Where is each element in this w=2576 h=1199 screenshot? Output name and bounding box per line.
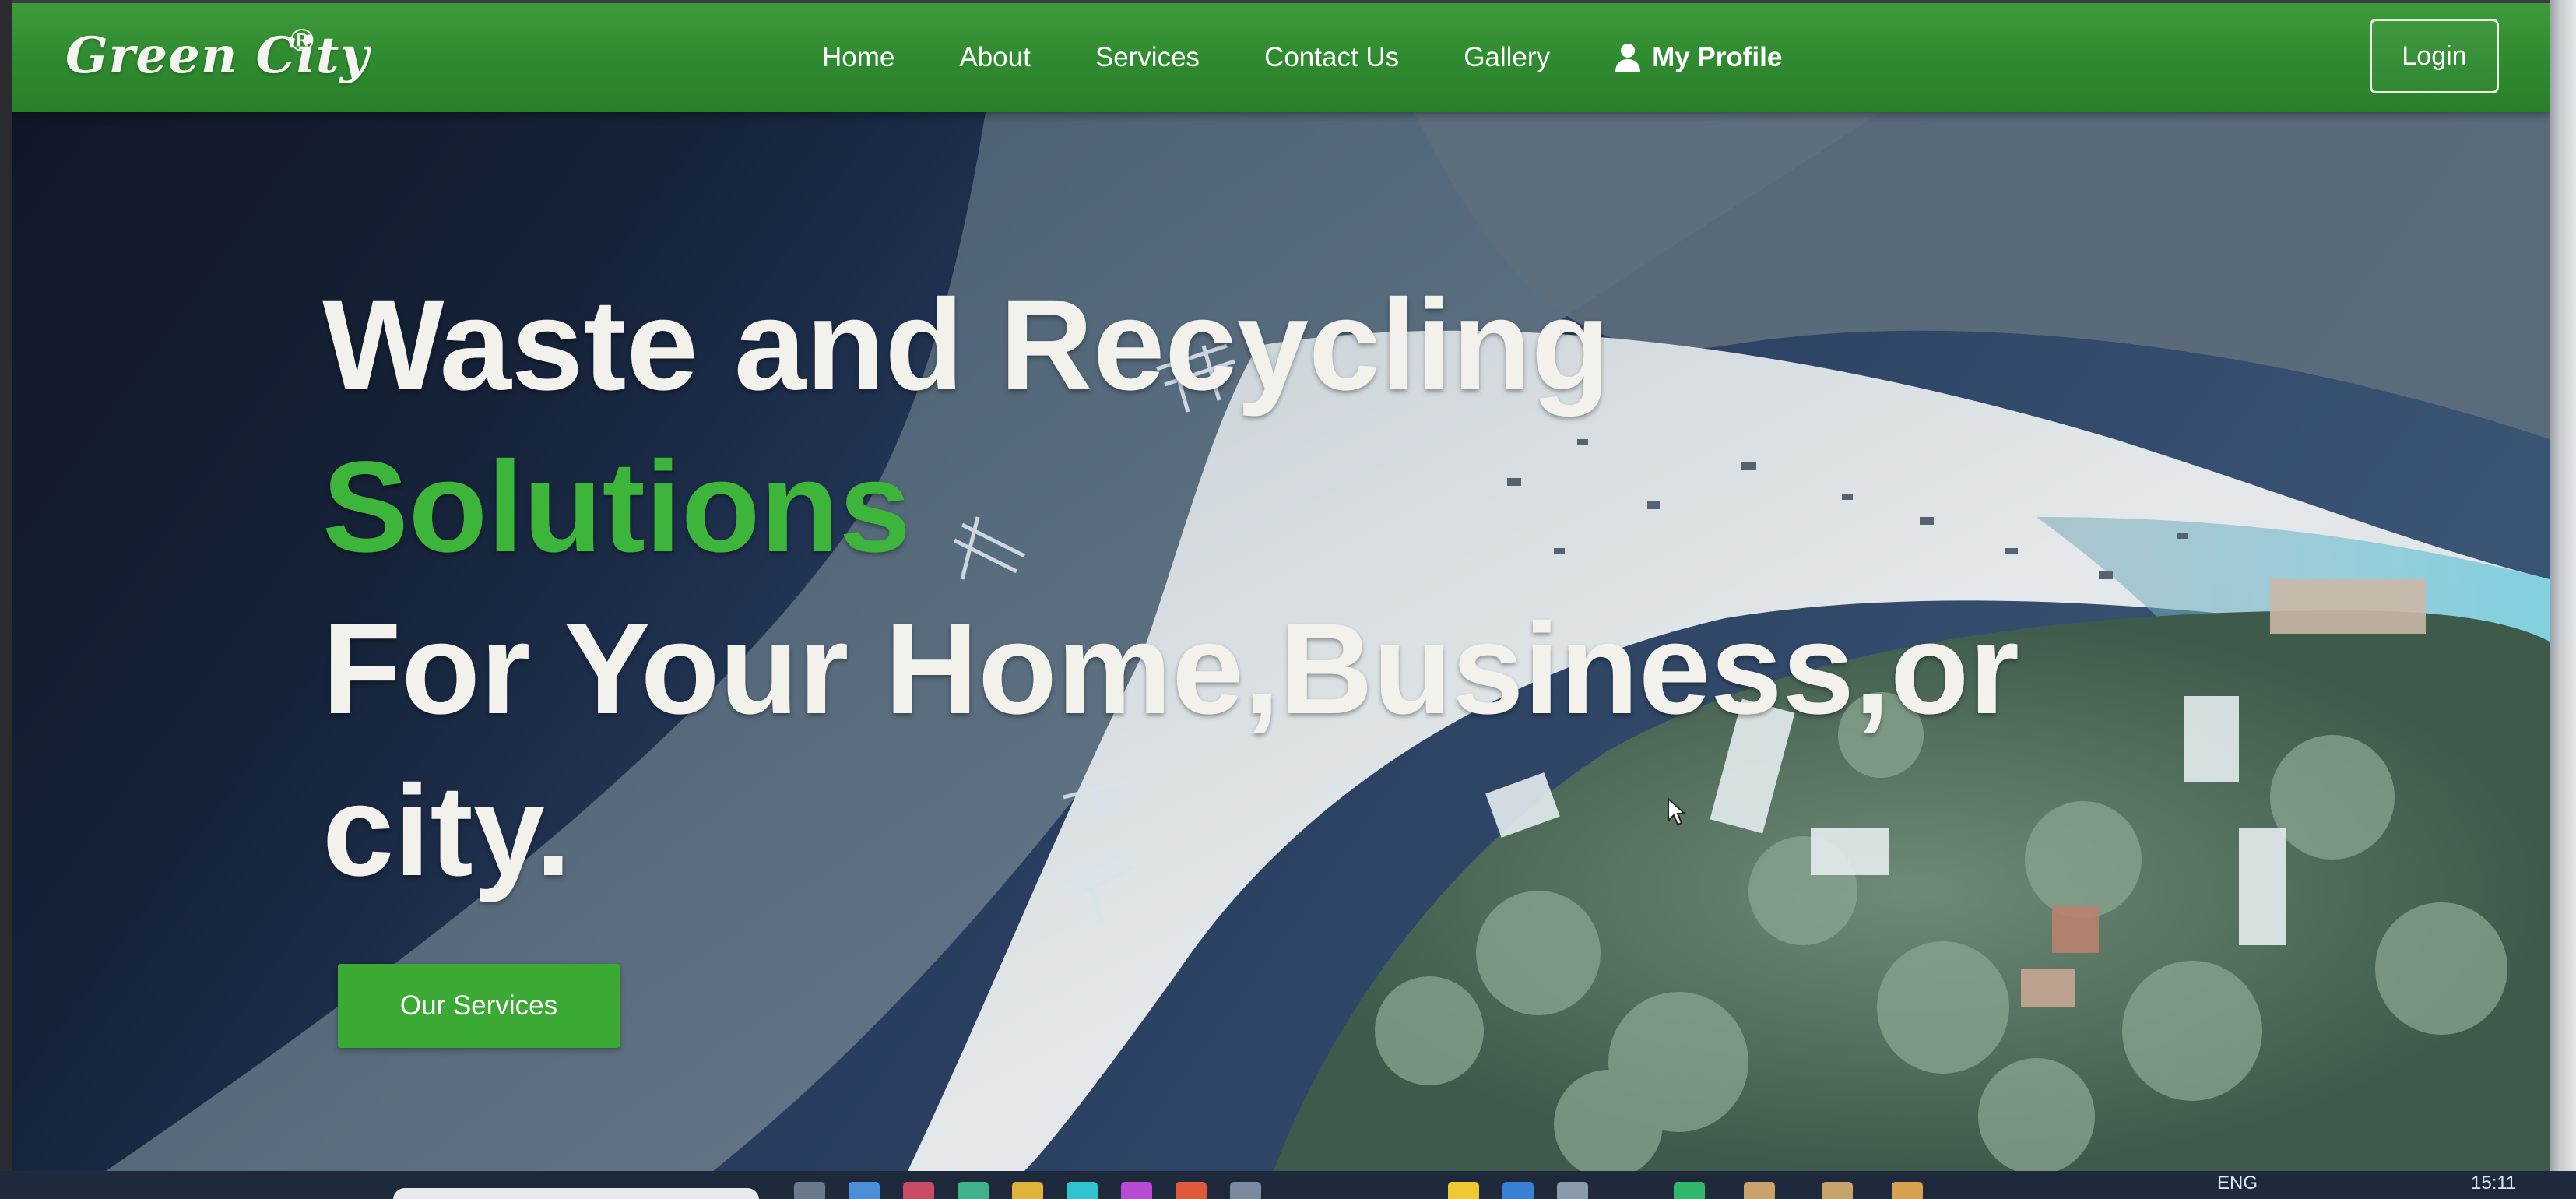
taskbar-app-icon[interactable]: [1557, 1182, 1588, 1199]
user-icon: [1615, 44, 1641, 72]
nav-contact-us[interactable]: Contact Us: [1264, 42, 1399, 73]
taskbar-search-box[interactable]: [393, 1188, 759, 1199]
navbar: Green City ® Home About Services Contact…: [12, 3, 2550, 112]
hero-line-2: Solutions: [322, 435, 912, 579]
taskbar-clock[interactable]: 15:11: [2471, 1173, 2516, 1194]
login-button[interactable]: Login: [2370, 19, 2499, 93]
hero-line-1: Waste and Recycling: [322, 273, 1611, 417]
registered-mark: ®: [286, 23, 318, 59]
taskbar-app-icon[interactable]: [1674, 1182, 1705, 1199]
monitor-bezel-left: [0, 0, 12, 1199]
hero-line-3: For Your Home,Business,or: [322, 597, 2019, 741]
nav-services[interactable]: Services: [1095, 42, 1200, 73]
hero-section: Waste and Recycling Solutions For Your H…: [12, 112, 2550, 1171]
my-profile-label: My Profile: [1652, 42, 1783, 72]
taskbar-app-icon[interactable]: [1176, 1182, 1207, 1199]
browser-scrollbar[interactable]: [2550, 0, 2576, 1199]
nav-my-profile[interactable]: My Profile: [1615, 42, 1782, 73]
our-services-button[interactable]: Our Services: [338, 964, 620, 1048]
taskbar-app-icon[interactable]: [1892, 1182, 1923, 1199]
brand-logo[interactable]: Green City: [65, 26, 370, 85]
screen: Green City ® Home About Services Contact…: [12, 3, 2550, 1171]
browser-page: Green City ® Home About Services Contact…: [0, 0, 2576, 1199]
taskbar-app-icon[interactable]: [1121, 1182, 1152, 1199]
nav-links: Home About Services Contact Us Gallery M…: [822, 3, 1782, 112]
taskbar-app-icon[interactable]: [1230, 1182, 1261, 1199]
taskbar-app-icon[interactable]: [849, 1182, 880, 1199]
taskbar-app-icon[interactable]: [1744, 1182, 1775, 1199]
taskbar-app-icon[interactable]: [1067, 1182, 1098, 1199]
taskbar-app-icon[interactable]: [1448, 1182, 1479, 1199]
nav-about[interactable]: About: [959, 42, 1030, 73]
mouse-cursor-icon: [1668, 797, 1687, 826]
taskbar-app-icon[interactable]: [1822, 1182, 1853, 1199]
taskbar-language[interactable]: ENG: [2217, 1173, 2258, 1194]
taskbar-app-icon[interactable]: [1012, 1182, 1043, 1199]
hero-line-4: city.: [322, 759, 571, 903]
taskbar-app-icon[interactable]: [958, 1182, 989, 1199]
taskbar-app-icon[interactable]: [794, 1182, 825, 1199]
nav-gallery[interactable]: Gallery: [1464, 42, 1550, 73]
taskbar-app-icon[interactable]: [903, 1182, 934, 1199]
os-taskbar: ENG 15:11: [0, 1171, 2576, 1199]
nav-home[interactable]: Home: [822, 42, 894, 73]
hero-heading: Waste and Recycling Solutions For Your H…: [322, 265, 2019, 912]
taskbar-app-icon[interactable]: [1502, 1182, 1534, 1199]
